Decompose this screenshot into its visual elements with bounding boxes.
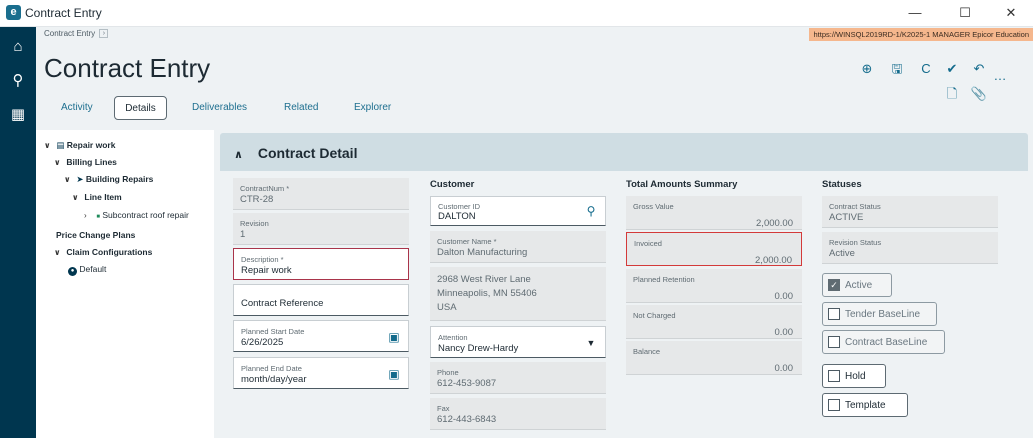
chevron-down-icon[interactable]: ∨ — [64, 175, 74, 184]
page-header: Contract Entry › https://WINSQL2019RD-1/… — [36, 27, 1033, 130]
calendar-icon[interactable]: ▣ — [388, 368, 400, 380]
search-icon[interactable]: ⚲ — [585, 205, 597, 217]
line-item-icon: ■ — [96, 214, 100, 220]
tree-node-claim-configurations[interactable]: ∨ Claim Configurations — [54, 247, 152, 257]
customer-id-input[interactable]: Customer ID DALTON ⚲ — [430, 196, 606, 226]
contract-status-field: Contract Status ACTIVE — [822, 196, 998, 228]
statuses-heading: Statuses — [822, 179, 862, 190]
add-new-icon[interactable]: ⊕ — [858, 60, 876, 78]
undo-icon[interactable]: ↶ — [970, 60, 988, 78]
tree-node-billing-lines[interactable]: ∨ Billing Lines — [54, 157, 117, 167]
planned-retention-field: Planned Retention 0.00 — [626, 269, 802, 303]
contract-icon: ▤ — [56, 140, 65, 150]
customer-heading: Customer — [430, 179, 475, 190]
maximize-button[interactable]: ☐ — [950, 2, 980, 24]
chevron-down-icon[interactable]: ∨ — [54, 248, 64, 257]
tab-explorer[interactable]: Explorer — [354, 96, 391, 120]
configuration-icon: ● — [68, 267, 77, 276]
tree-node-default[interactable]: ● Default — [68, 264, 106, 276]
dropdown-arrow-icon[interactable]: ▼ — [585, 337, 597, 349]
apps-grid-icon[interactable]: ▦ — [8, 105, 28, 125]
search-icon[interactable]: ⚲ — [8, 71, 28, 91]
refresh-icon[interactable]: C — [917, 60, 935, 78]
fax-field: Fax 612-443-6843 — [430, 398, 606, 430]
tab-details[interactable]: Details — [114, 96, 167, 120]
section-header[interactable]: ∧ Contract Detail — [234, 145, 357, 161]
minimize-button[interactable]: — — [900, 2, 930, 24]
breadcrumb-item[interactable]: Contract Entry — [44, 29, 95, 38]
attention-select[interactable]: Attention Nancy Drew-Hardy ▼ — [430, 326, 606, 358]
save-icon[interactable]: 🖫 — [888, 60, 906, 78]
chevron-right-icon[interactable]: › — [84, 211, 94, 220]
tab-deliverables[interactable]: Deliverables — [192, 96, 247, 120]
active-checkbox[interactable]: ✓ Active — [822, 273, 892, 297]
tab-activity[interactable]: Activity — [61, 96, 93, 120]
gross-value-field: Gross Value 2,000.00 — [626, 196, 802, 230]
revision-status-field: Revision Status Active — [822, 232, 998, 264]
detail-body: ContractNum * CTR-28 Revision 1 Descript… — [220, 171, 1028, 438]
planned-start-date-input[interactable]: Planned Start Date 6/26/2025 ▣ — [233, 320, 409, 352]
contract-baseline-checkbox[interactable]: Contract BaseLine — [822, 330, 945, 354]
calendar-icon[interactable]: ▣ — [388, 331, 400, 343]
new-document-icon[interactable]: 🗋 — [943, 85, 961, 103]
tab-related[interactable]: Related — [284, 96, 318, 120]
tree-node-repair-work[interactable]: ∨ ▤ Repair work — [44, 140, 115, 151]
chevron-down-icon[interactable]: ∨ — [44, 141, 54, 150]
chevron-down-icon[interactable]: ∨ — [54, 158, 64, 167]
attachment-icon[interactable]: 📎 — [970, 85, 988, 103]
balance-field: Balance 0.00 — [626, 341, 802, 375]
left-nav-rail: ⌂ ⚲ ▦ — [0, 27, 36, 438]
revision-field: Revision 1 — [233, 213, 409, 245]
phone-field: Phone 612-453-9087 — [430, 362, 606, 394]
epicor-logo-icon: e — [6, 5, 21, 20]
description-input[interactable]: Description * Repair work — [233, 248, 409, 280]
checkmark-icon: ✓ — [828, 279, 840, 291]
totals-heading: Total Amounts Summary — [626, 179, 738, 190]
contract-detail-panel: ∧ Contract Detail ContractNum * CTR-28 R… — [220, 133, 1028, 438]
page-title: Contract Entry — [44, 53, 211, 83]
tree-node-subcontract[interactable]: › ■ Subcontract roof repair — [84, 210, 189, 220]
contract-tree: ∨ ▤ Repair work ∨ Billing Lines ∨ ➤ Buil… — [36, 130, 214, 438]
chevron-up-icon[interactable]: ∧ — [234, 148, 254, 161]
contractnum-field: ContractNum * CTR-28 — [233, 178, 409, 210]
not-charged-field: Not Charged 0.00 — [626, 305, 802, 339]
home-icon[interactable]: ⌂ — [8, 37, 28, 57]
clear-icon[interactable]: ✔ — [943, 60, 961, 78]
customer-address-field: 2968 West River Lane Minneapolis, MN 554… — [430, 267, 606, 321]
breadcrumb: Contract Entry › — [44, 29, 109, 39]
window-title-bar: e Contract Entry — ☐ ✕ — [0, 0, 1033, 27]
hold-checkbox[interactable]: Hold — [822, 364, 886, 388]
planned-end-date-input[interactable]: Planned End Date month/day/year ▣ — [233, 357, 409, 389]
contract-reference-input[interactable]: Contract Reference — [233, 284, 409, 316]
tree-node-building-repairs[interactable]: ∨ ➤ Building Repairs — [64, 174, 153, 185]
close-button[interactable]: ✕ — [996, 2, 1026, 24]
chevron-right-icon[interactable]: › — [99, 29, 109, 39]
tree-node-line-item[interactable]: ∨ Line Item — [72, 192, 122, 202]
billing-line-icon: ➤ — [76, 174, 84, 184]
template-checkbox[interactable]: Template — [822, 393, 908, 417]
invoiced-field: Invoiced 2,000.00 — [626, 232, 802, 266]
connection-info: https://WINSQL2019RD-1/K2025-1 MANAGER E… — [809, 28, 1033, 41]
window-title: Contract Entry — [25, 6, 102, 20]
chevron-down-icon[interactable]: ∨ — [72, 193, 82, 202]
customer-name-field: Customer Name * Dalton Manufacturing — [430, 231, 606, 263]
tender-baseline-checkbox[interactable]: Tender BaseLine — [822, 302, 937, 326]
more-options-icon[interactable]: … — [991, 67, 1009, 85]
tree-node-price-change-plans[interactable]: Price Change Plans — [56, 230, 135, 240]
